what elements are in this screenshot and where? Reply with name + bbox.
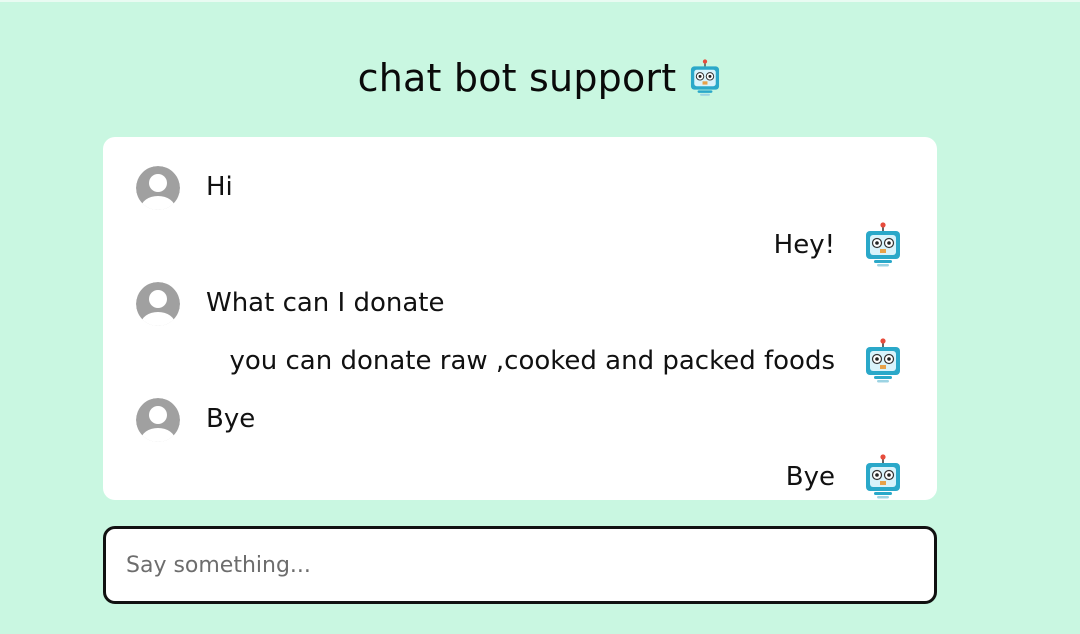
message-input[interactable]	[106, 529, 934, 601]
message-text: you can donate raw ,cooked and packed fo…	[229, 346, 835, 376]
robot-icon	[691, 59, 720, 96]
message-text: Hey!	[773, 230, 835, 260]
user-avatar-icon	[136, 398, 180, 442]
page-title: chat bot support	[357, 56, 677, 100]
message-row-user: Hi	[103, 162, 937, 212]
robot-icon	[866, 338, 900, 383]
robot-icon	[866, 222, 900, 267]
message-row-user: What can I donate	[103, 278, 937, 328]
message-text: Bye	[206, 404, 256, 434]
message-row-user: Bye	[103, 394, 937, 444]
robot-icon	[866, 454, 900, 499]
message-row-bot: you can donate raw ,cooked and packed fo…	[103, 336, 937, 386]
user-avatar-icon	[136, 166, 180, 210]
user-avatar-icon	[136, 282, 180, 326]
message-text: What can I donate	[206, 288, 445, 318]
message-composer	[103, 526, 937, 604]
message-row-bot: Hey!	[103, 220, 937, 270]
message-text: Bye	[785, 462, 835, 492]
message-text: Hi	[206, 172, 233, 202]
top-edge	[0, 0, 1080, 2]
header: chat bot support	[0, 56, 1080, 100]
message-row-bot: Bye	[103, 452, 937, 500]
chat-messages-panel[interactable]: Hi Hey! What can I donate you can donate…	[103, 137, 937, 500]
